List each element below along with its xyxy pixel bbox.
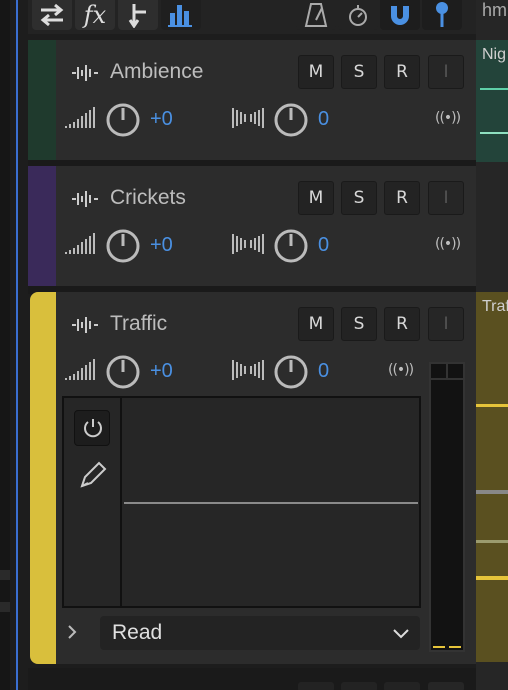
timeline-column: hm Nig Traf [476, 0, 508, 690]
broadcast-icon[interactable]: ((•)) [388, 362, 414, 378]
pan-icon [232, 108, 264, 128]
mute-button[interactable] [298, 682, 334, 690]
track-ambience[interactable]: Ambience M S R I +0 0 ((•)) [28, 40, 476, 160]
left-panel-edge [0, 0, 10, 690]
volume-knob[interactable] [105, 228, 141, 264]
volume-icon [65, 107, 95, 128]
waveform-icon [72, 191, 98, 207]
split-button[interactable] [118, 0, 158, 30]
pencil-icon[interactable] [78, 460, 108, 490]
solo-button[interactable] [341, 682, 377, 690]
broadcast-icon[interactable]: ((•)) [435, 236, 461, 252]
clip-traffic[interactable]: Traf [476, 292, 508, 662]
input-monitor-button[interactable]: I [428, 181, 464, 215]
track-color-strip [28, 166, 56, 286]
pan-value[interactable]: 0 [318, 360, 329, 383]
track-color-strip [28, 40, 56, 160]
pan-icon [232, 234, 264, 254]
pan-value[interactable]: 0 [318, 234, 329, 257]
waveform-icon [72, 65, 98, 81]
record-arm-button[interactable]: R [384, 181, 420, 215]
clip-label: Traf [482, 298, 508, 315]
split-icon [128, 4, 146, 28]
meter-level-right [449, 646, 461, 648]
mute-button[interactable]: M [298, 181, 334, 215]
solo-button[interactable]: S [341, 181, 377, 215]
volume-icon [65, 359, 95, 380]
track-name[interactable]: Crickets [110, 186, 186, 210]
metronome-button[interactable] [296, 0, 336, 30]
volume-line [476, 490, 508, 494]
timer-icon [349, 5, 367, 26]
input-monitor-button[interactable]: I [428, 307, 464, 341]
pan-icon [232, 360, 264, 380]
level-meter [429, 362, 465, 652]
envelope-line[interactable] [124, 502, 418, 504]
waveform-icon [72, 317, 98, 333]
volume-value[interactable]: +0 [150, 234, 173, 257]
timer-button[interactable] [338, 0, 378, 30]
chevron-right-icon[interactable] [66, 624, 78, 640]
meter-level-left [433, 646, 445, 648]
volume-value[interactable]: +0 [150, 108, 173, 131]
timeline-label: hm [482, 0, 508, 20]
input-monitor-button[interactable] [428, 682, 464, 690]
volume-icon [65, 233, 95, 254]
record-arm-button[interactable]: R [384, 307, 420, 341]
track-crickets[interactable]: Crickets M S R I +0 0 ((•)) [28, 166, 476, 286]
playhead-line [16, 0, 18, 690]
automation-envelope-panel[interactable] [62, 396, 421, 608]
envelope-tool-column [64, 398, 122, 606]
power-icon [84, 419, 102, 438]
panel-handle [0, 570, 10, 580]
waveform-line [480, 88, 508, 90]
chevron-down-icon [393, 629, 409, 639]
pan-knob[interactable] [273, 354, 309, 390]
broadcast-icon[interactable]: ((•)) [435, 110, 461, 126]
volume-knob[interactable] [105, 102, 141, 138]
magnet-icon [391, 6, 409, 25]
fx-icon: fx [83, 1, 107, 29]
snap-button[interactable] [380, 0, 420, 30]
track-name[interactable]: Ambience [110, 60, 203, 84]
waveform-line [476, 404, 508, 407]
volume-knob[interactable] [105, 354, 141, 390]
pin-button[interactable] [422, 0, 462, 30]
toolbar: fx [28, 0, 476, 34]
pan-knob[interactable] [273, 102, 309, 138]
next-track-area [28, 668, 476, 690]
waveform-line [480, 132, 508, 134]
panel-handle [0, 602, 10, 612]
volume-value[interactable]: +0 [150, 360, 173, 383]
waveform-line [476, 576, 508, 580]
metronome-icon [304, 3, 328, 27]
pin-icon [436, 2, 448, 27]
record-arm-button[interactable]: R [384, 55, 420, 89]
fx-button[interactable]: fx [75, 0, 115, 30]
swap-icon [40, 3, 64, 27]
track-color-strip [30, 292, 56, 664]
waveform-line [476, 540, 508, 543]
swap-button[interactable] [32, 0, 72, 30]
record-arm-button[interactable] [384, 682, 420, 690]
mute-button[interactable]: M [298, 55, 334, 89]
meter-bars-button[interactable] [161, 0, 201, 30]
solo-button[interactable]: S [341, 307, 377, 341]
track-name[interactable]: Traffic [110, 312, 167, 336]
automation-mode-select[interactable]: Read [100, 616, 420, 650]
automation-mode-value: Read [112, 621, 163, 644]
clip-label: Nig [482, 46, 507, 63]
solo-button[interactable]: S [341, 55, 377, 89]
bars-icon [168, 5, 192, 27]
pan-value[interactable]: 0 [318, 108, 329, 131]
power-button[interactable] [74, 410, 110, 446]
input-monitor-button[interactable]: I [428, 55, 464, 89]
meter-divider [446, 364, 448, 380]
mute-button[interactable]: M [298, 307, 334, 341]
pan-knob[interactable] [273, 228, 309, 264]
clip-ambience[interactable]: Nig [476, 40, 508, 162]
